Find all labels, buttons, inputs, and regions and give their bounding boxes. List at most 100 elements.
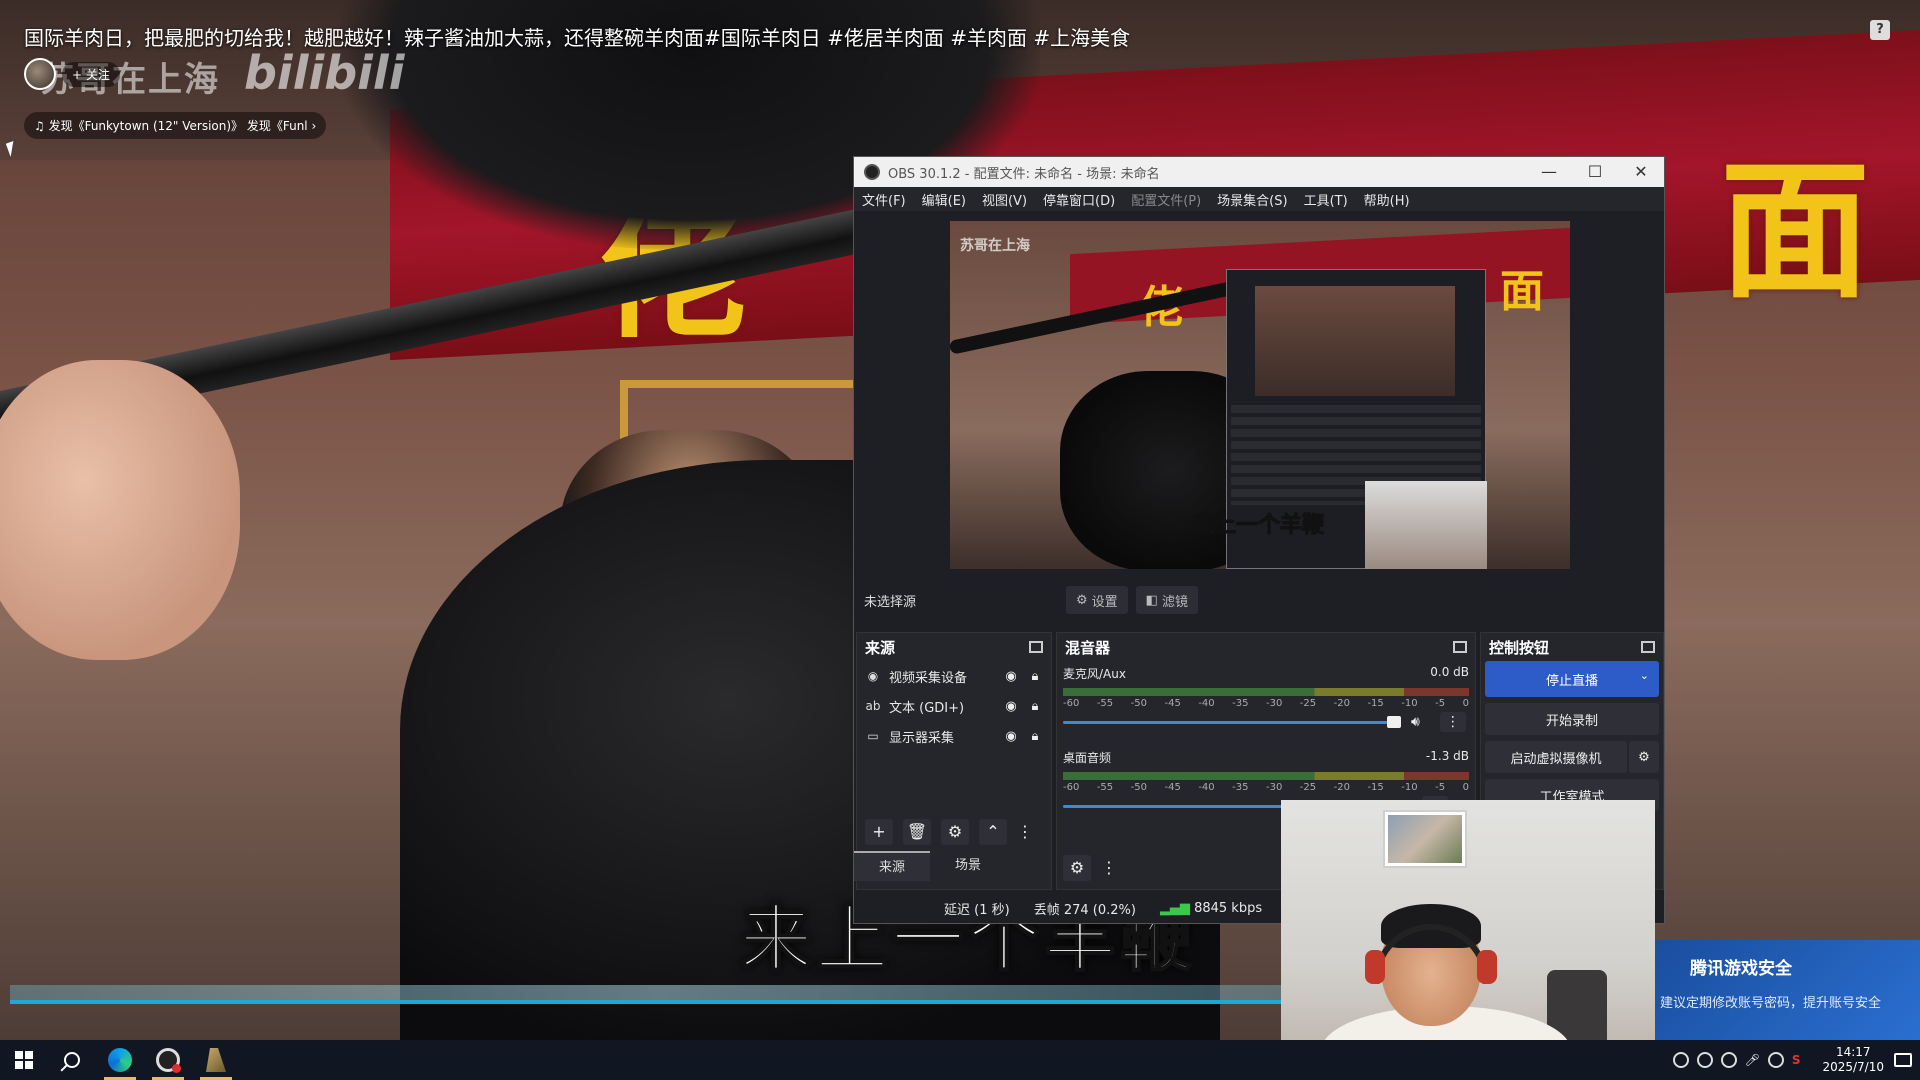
windows-start-icon[interactable]	[0, 1040, 48, 1080]
microphone-icon[interactable]: 🎤︎	[1745, 1053, 1760, 1067]
antivirus-icon[interactable]: S	[1792, 1053, 1801, 1067]
more-icon[interactable]: ⋮	[1439, 712, 1466, 732]
clock-date: 2025/7/10	[1822, 1060, 1884, 1074]
tab-scenes[interactable]: 场景	[930, 851, 1006, 881]
meter-ticks: -60 -55 -50 -45 -40 -35 -30 -25 -20 -15 -10 -5 0	[1063, 782, 1469, 793]
help-icon[interactable]: ?	[1870, 20, 1890, 40]
add-source-button[interactable]: +	[865, 819, 893, 845]
more-icon[interactable]: ⋮	[1017, 819, 1033, 845]
channel-name: 麦克风/Aux	[1063, 667, 1126, 681]
source-item[interactable]: ab 文本 (GDI+) ◉ 🔒︎	[857, 691, 1051, 721]
volume-fader[interactable]: 🔊︎ ⋮	[1063, 711, 1469, 733]
channel-db: 0.0 dB	[1430, 665, 1469, 679]
start-virtual-camera-button[interactable]: 启动虚拟摄像机	[1485, 741, 1627, 773]
undock-icon[interactable]	[1641, 641, 1655, 653]
filter-icon: ◧	[1145, 592, 1158, 608]
no-source-label: 未选择源	[864, 594, 917, 610]
tray-app-icon[interactable]	[1696, 1052, 1713, 1068]
sources-title: 来源	[865, 638, 896, 657]
lock-icon[interactable]: 🔒︎	[1027, 699, 1043, 714]
minimize-button[interactable]: —	[1526, 157, 1572, 187]
preview-webcam	[1365, 481, 1487, 569]
eye-icon[interactable]: ◉	[1003, 699, 1019, 714]
dock-tabs: 来源 场景	[854, 851, 1006, 881]
move-up-button[interactable]: ⌃	[979, 819, 1007, 845]
mixer-channel: 麦克风/Aux 0.0 dB -60 -55 -50 -45 -40 -35 -30 -25-…	[1057, 661, 1475, 733]
menu-tools[interactable]: 工具(T)	[1304, 190, 1348, 209]
speaker-icon[interactable]: 🔊︎	[1411, 714, 1420, 730]
uploader: + 关注	[24, 58, 120, 90]
notification-icon[interactable]	[1894, 1053, 1912, 1067]
source-label: 显示器采集	[889, 730, 955, 746]
meter-ticks: -60 -55 -50 -45 -40 -35 -30 -25 -20 -15 -10 -5 0	[1063, 698, 1469, 709]
menu-help[interactable]: 帮助(H)	[1364, 190, 1410, 209]
channel-db: -1.3 dB	[1425, 749, 1469, 763]
music-label: 发现《Funkytown (12" Version)》 发现《Funl ›	[48, 119, 317, 133]
edge-browser-icon[interactable]	[96, 1040, 144, 1080]
tray-app-icon[interactable]	[1720, 1052, 1737, 1068]
obs-titlebar[interactable]: OBS 30.1.2 - 配置文件: 未命名 - 场景: 未命名 — ☐ ✕	[854, 157, 1664, 187]
maximize-button[interactable]: ☐	[1572, 157, 1618, 187]
video-progress-bar[interactable]	[10, 1000, 1310, 1004]
delay-status: 延迟 (1 秒)	[944, 902, 1010, 918]
monitor-icon: ▭	[867, 729, 879, 743]
obs-app-icon[interactable]	[144, 1040, 192, 1080]
tencent-subtitle: 建议定期修改账号密码，提升账号安全	[1660, 996, 1882, 1011]
menu-file[interactable]: 文件(F)	[862, 190, 906, 209]
channel-name: 桌面音频	[1063, 751, 1112, 765]
source-item[interactable]: ▭ 显示器采集 ◉ 🔒︎	[857, 721, 1051, 751]
taskbar: 🎤︎ S 14:17 2025/7/10	[0, 1040, 1920, 1080]
mixer-tools: ⚙ ⋮	[1063, 855, 1117, 881]
menu-profile[interactable]: 配置文件(P)	[1131, 190, 1201, 209]
menu-docks[interactable]: 停靠窗口(D)	[1043, 190, 1115, 209]
advanced-audio-icon[interactable]: ⚙	[1063, 855, 1091, 881]
tab-sources[interactable]: 来源	[854, 851, 930, 881]
search-icon[interactable]	[48, 1040, 96, 1080]
settings-button[interactable]: ⚙ 设置	[1066, 586, 1128, 614]
banner-char-2: 面	[1720, 143, 1871, 319]
menu-scene-collection[interactable]: 场景集合(S)	[1217, 190, 1287, 209]
eye-icon[interactable]: ◉	[1003, 669, 1019, 684]
trash-icon[interactable]: 🗑︎	[903, 819, 931, 845]
source-tools: + 🗑︎ ⚙ ⌃ ⋮	[857, 819, 1033, 845]
source-item[interactable]: ◉ 视频采集设备 ◉ 🔒︎	[857, 661, 1051, 691]
source-label: 视频采集设备	[889, 670, 968, 686]
undock-icon[interactable]	[1029, 641, 1043, 653]
obs-title: OBS 30.1.2 - 配置文件: 未命名 - 场景: 未命名	[888, 166, 1160, 182]
tray-app-icon[interactable]	[1672, 1052, 1689, 1068]
filters-label: 滤镜	[1161, 594, 1188, 610]
undock-icon[interactable]	[1453, 641, 1467, 653]
league-client-icon[interactable]	[192, 1040, 240, 1080]
headset-ear-right	[1477, 950, 1497, 984]
tencent-security-popup[interactable]: 腾讯游戏安全 建议定期修改账号密码，提升账号安全	[1650, 940, 1920, 1040]
volume-meter	[1063, 688, 1469, 696]
nested-preview	[1255, 286, 1455, 396]
more-icon[interactable]: ⋮	[1101, 855, 1117, 881]
preview-watermark: 苏哥在上海	[960, 238, 1030, 254]
music-tag[interactable]: ♫ 发现《Funkytown (12" Version)》 发现《Funl ›	[24, 112, 327, 139]
mixer-title: 混音器	[1065, 638, 1111, 657]
clock[interactable]: 14:17 2025/7/10	[1822, 1045, 1884, 1075]
chevron-down-icon[interactable]: ⌄	[1640, 669, 1649, 682]
menu-edit[interactable]: 编辑(E)	[922, 190, 966, 209]
avatar[interactable]	[24, 58, 56, 90]
gear-icon[interactable]: ⚙	[1629, 741, 1659, 773]
follow-button[interactable]: + 关注	[62, 61, 120, 87]
eye-icon[interactable]: ◉	[1003, 729, 1019, 744]
lock-icon[interactable]: 🔒︎	[1027, 729, 1043, 744]
fader-knob[interactable]	[1387, 716, 1401, 728]
menu-view[interactable]: 视图(V)	[982, 190, 1027, 209]
start-recording-button[interactable]: 开始录制	[1485, 703, 1659, 735]
text-icon: ab	[865, 699, 881, 713]
close-button[interactable]: ✕	[1618, 157, 1664, 187]
lock-icon[interactable]: 🔒︎	[1027, 669, 1043, 684]
music-note-icon: ♫	[34, 119, 49, 133]
source-properties-button[interactable]: ⚙	[941, 819, 969, 845]
signal-icon: ▂▄▆	[1159, 900, 1190, 916]
preview-banner-char-2: 面	[1500, 266, 1544, 317]
stop-streaming-label: 停止直播	[1545, 673, 1598, 689]
tray-app-icon[interactable]	[1767, 1052, 1784, 1068]
stop-streaming-button[interactable]: 停止直播 ⌄	[1485, 661, 1659, 697]
filters-button[interactable]: ◧ 滤镜	[1135, 586, 1198, 614]
obs-preview[interactable]: 佬 面 苏哥在上海 来上一个羊鞭	[950, 221, 1570, 569]
